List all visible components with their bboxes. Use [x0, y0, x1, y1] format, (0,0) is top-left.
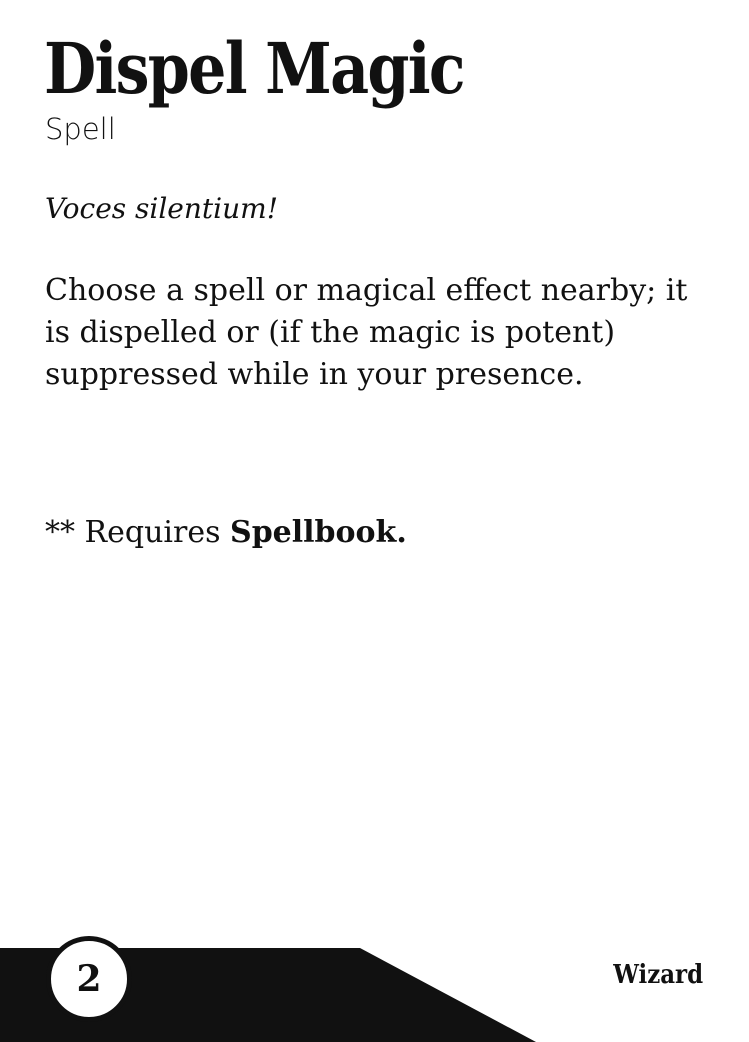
spell-card: Dispel Magic Spell Voces silentium! Choo…: [0, 0, 749, 1042]
level-number: 2: [76, 958, 102, 1000]
footer-banner: [0, 948, 536, 1042]
level-badge: 2: [46, 936, 132, 1022]
class-label: Wizard: [613, 960, 703, 990]
